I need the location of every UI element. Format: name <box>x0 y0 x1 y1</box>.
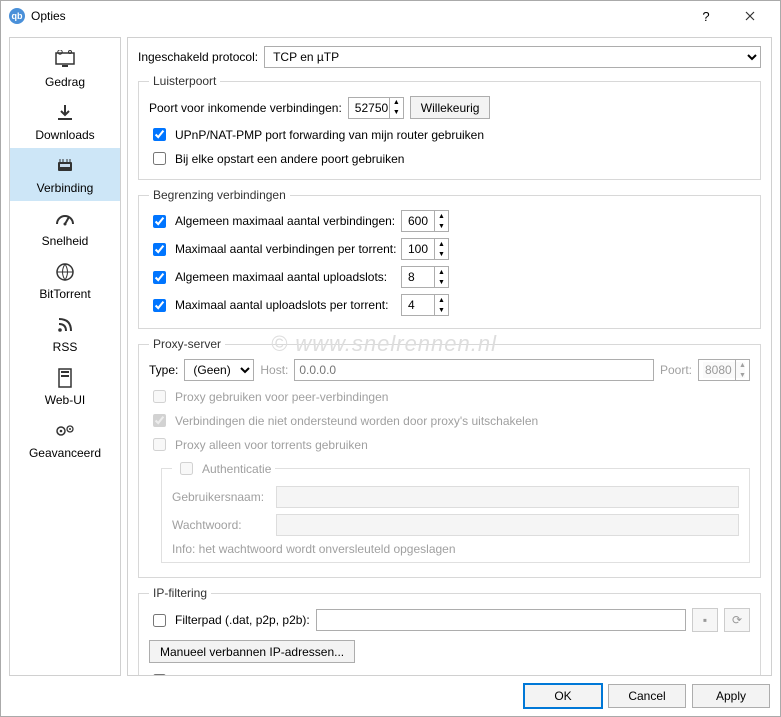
proxy-auth-group: Authenticatie Gebruikersnaam: Wachtwoord… <box>161 459 750 563</box>
proxy-disable-unsupported-checkbox <box>153 414 166 427</box>
global-conn-label: Algemeen maximaal aantal verbindingen: <box>175 214 395 228</box>
proxy-pass-label: Wachtwoord: <box>172 518 272 532</box>
monitor-icon <box>51 48 79 72</box>
global-slots-stepper[interactable]: ▲▼ <box>401 266 449 288</box>
sidebar-item-webui[interactable]: Web-UI <box>10 360 120 413</box>
torrent-slots-label: Maximaal aantal uploadslots per torrent: <box>175 298 388 312</box>
sidebar-item-snelheid[interactable]: Snelheid <box>10 201 120 254</box>
sidebar-item-label: Web-UI <box>45 393 85 407</box>
proxy-host-label: Host: <box>260 363 288 377</box>
sidebar-item-label: Gedrag <box>45 75 85 89</box>
proxy-peer-checkbox <box>153 390 166 403</box>
torrent-conn-stepper[interactable]: ▲▼ <box>401 238 449 260</box>
proxy-torrents-only-label: Proxy alleen voor torrents gebruiken <box>175 438 368 452</box>
torrent-slots-checkbox[interactable] <box>153 299 166 312</box>
global-slots-label: Algemeen maximaal aantal uploadslots: <box>175 270 387 284</box>
sidebar-item-label: Snelheid <box>42 234 89 248</box>
help-button[interactable]: ? <box>684 2 728 30</box>
proxy-type-select[interactable]: (Geen) <box>184 359 254 381</box>
random-startup-checkbox[interactable] <box>153 152 166 165</box>
random-port-button[interactable]: Willekeurig <box>410 96 491 119</box>
limits-legend: Begrenzing verbindingen <box>149 188 290 202</box>
reload-button[interactable]: ⟳ <box>724 608 750 632</box>
globe-icon <box>51 260 79 284</box>
listen-port-group: Luisterpoort Poort voor inkomende verbin… <box>138 74 761 180</box>
torrent-conn-checkbox[interactable] <box>153 243 166 256</box>
apply-trackers-checkbox[interactable] <box>153 674 166 676</box>
global-conn-stepper[interactable]: ▲▼ <box>401 210 449 232</box>
gears-icon <box>51 419 79 443</box>
proxy-type-label: Type: <box>149 363 178 377</box>
sidebar: Gedrag Downloads Verbinding Snelheid Bit… <box>9 37 121 676</box>
proxy-torrents-only-checkbox <box>153 438 166 451</box>
protocol-select[interactable]: TCP en µTP <box>264 46 761 68</box>
app-icon: qb <box>9 8 25 24</box>
sidebar-item-label: Downloads <box>35 128 94 142</box>
global-conn-checkbox[interactable] <box>153 215 166 228</box>
sidebar-item-label: Verbinding <box>37 181 94 195</box>
listen-legend: Luisterpoort <box>149 74 220 88</box>
gauge-icon <box>51 207 79 231</box>
proxy-legend: Proxy-server <box>149 337 225 351</box>
upnp-checkbox[interactable] <box>153 128 166 141</box>
sidebar-item-label: Geavanceerd <box>29 446 101 460</box>
window-title: Opties <box>31 9 684 23</box>
filterpath-input[interactable] <box>316 609 686 631</box>
protocol-label: Ingeschakeld protocol: <box>138 50 258 64</box>
apply-button[interactable]: Apply <box>692 684 770 708</box>
apply-trackers-label: Toepassen op trackers <box>175 674 296 677</box>
port-stepper[interactable]: ▲▼ <box>348 97 404 119</box>
random-startup-label: Bij elke opstart een andere poort gebrui… <box>175 152 404 166</box>
rss-icon <box>51 313 79 337</box>
dialog-footer: OK Cancel Apply <box>1 676 780 716</box>
torrent-slots-stepper[interactable]: ▲▼ <box>401 294 449 316</box>
proxy-info-text: Info: het wachtwoord wordt onversleuteld… <box>172 542 739 556</box>
proxy-peer-label: Proxy gebruiken voor peer-verbindingen <box>175 390 388 404</box>
ipfilter-legend: IP-filtering <box>149 586 211 600</box>
proxy-host-input[interactable] <box>294 359 654 381</box>
proxy-user-label: Gebruikersnaam: <box>172 490 272 504</box>
sidebar-item-gedrag[interactable]: Gedrag <box>10 42 120 95</box>
proxy-auth-checkbox <box>180 462 193 475</box>
ok-button[interactable]: OK <box>524 684 602 708</box>
sidebar-item-rss[interactable]: RSS <box>10 307 120 360</box>
proxy-pass-input <box>276 514 739 536</box>
proxy-port-label: Poort: <box>660 363 692 377</box>
filterpath-label: Filterpad (.dat, p2p, p2b): <box>175 613 310 627</box>
sidebar-item-bittorrent[interactable]: BitTorrent <box>10 254 120 307</box>
sidebar-item-downloads[interactable]: Downloads <box>10 95 120 148</box>
content-pane: Ingeschakeld protocol: TCP en µTP Luiste… <box>127 37 772 676</box>
proxy-group: Proxy-server Type: (Geen) Host: Poort: ▲… <box>138 337 761 578</box>
upnp-label: UPnP/NAT-PMP port forwarding van mijn ro… <box>175 128 484 142</box>
cancel-button[interactable]: Cancel <box>608 684 686 708</box>
download-icon <box>51 101 79 125</box>
proxy-user-input <box>276 486 739 508</box>
refresh-icon: ⟳ <box>732 613 742 627</box>
ipfilter-group: IP-filtering Filterpad (.dat, p2p, p2b):… <box>138 586 761 676</box>
sidebar-item-geavanceerd[interactable]: Geavanceerd <box>10 413 120 466</box>
browse-button[interactable]: ▪ <box>692 608 718 632</box>
sidebar-item-verbinding[interactable]: Verbinding <box>10 148 120 201</box>
close-button[interactable] <box>728 2 772 30</box>
proxy-auth-legend: Authenticatie <box>202 462 271 476</box>
manual-ban-button[interactable]: Manueel verbannen IP-adressen... <box>149 640 355 663</box>
conn-limits-group: Begrenzing verbindingen Algemeen maximaa… <box>138 188 761 329</box>
filterpath-checkbox[interactable] <box>153 614 166 627</box>
server-icon <box>51 366 79 390</box>
network-icon <box>51 154 79 178</box>
proxy-port-stepper[interactable]: ▲▼ <box>698 359 750 381</box>
folder-icon: ▪ <box>703 613 707 627</box>
torrent-conn-label: Maximaal aantal verbindingen per torrent… <box>175 242 396 256</box>
proxy-disable-unsupported-label: Verbindingen die niet ondersteund worden… <box>175 414 538 428</box>
sidebar-item-label: RSS <box>53 340 78 354</box>
global-slots-checkbox[interactable] <box>153 271 166 284</box>
sidebar-item-label: BitTorrent <box>39 287 90 301</box>
port-label: Poort voor inkomende verbindingen: <box>149 101 342 115</box>
